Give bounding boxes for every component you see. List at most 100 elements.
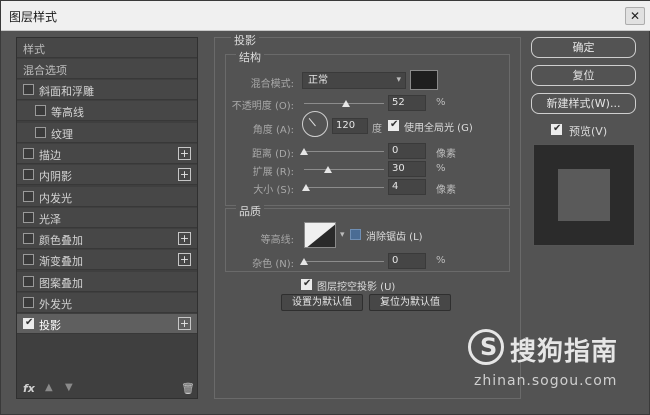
noise-unit: % (436, 255, 446, 266)
reset-button[interactable]: 复位 (531, 65, 636, 86)
distance-unit: 像素 (436, 149, 456, 160)
spread-slider-track[interactable] (304, 169, 384, 170)
sidebar-item[interactable]: 斜面和浮雕 (17, 80, 197, 100)
sidebar-item-styles[interactable]: 样式 (17, 38, 197, 58)
knockout-label: 图层挖空投影 (U) (317, 282, 396, 293)
sidebar-item-label: 纹理 (51, 127, 73, 141)
add-effect-icon[interactable]: + (178, 168, 191, 182)
style-checkbox[interactable] (23, 84, 34, 95)
distance-input[interactable]: 0 (388, 143, 426, 159)
preview-checkbox[interactable] (551, 123, 562, 135)
sogou-logo-icon (468, 329, 504, 365)
shadow-color-swatch[interactable] (410, 70, 438, 90)
style-checkbox[interactable] (35, 105, 46, 117)
noise-label: 杂色 (N): (252, 259, 294, 270)
size-input[interactable]: 4 (388, 179, 426, 195)
angle-label: 角度 (A): (252, 125, 294, 136)
add-effect-icon[interactable]: + (178, 317, 191, 331)
style-checkbox[interactable] (23, 211, 34, 223)
style-list-toolbar: fx ▲ ▼ 🗑 (16, 379, 198, 399)
style-preview (533, 144, 635, 246)
quality-group: 品质 等高线: ▾ 消除锯齿 (L) 杂色 (N): 0 % (225, 203, 510, 272)
spread-input[interactable]: 30 (388, 161, 426, 177)
contour-label: 等高线: (260, 235, 294, 246)
style-checkbox[interactable] (35, 126, 46, 138)
sidebar-item-blending-options[interactable]: 混合选项 (17, 59, 197, 79)
sidebar-item-label: 图案叠加 (39, 276, 83, 290)
new-style-button[interactable]: 新建样式(W)... (531, 93, 636, 114)
blend-mode-value: 正常 (308, 75, 328, 86)
sidebar-item[interactable]: 内发光 (17, 186, 197, 207)
reset-default-button[interactable]: 复位为默认值 (369, 294, 451, 311)
style-list: 样式 混合选项 斜面和浮雕等高线纹理描边 + 内阴影 + 内发光光泽颜色叠加 + 渐变叠加 +… (16, 37, 198, 399)
sidebar-item[interactable]: 图案叠加 (17, 271, 197, 292)
sidebar-item-label: 内发光 (39, 191, 72, 205)
chevron-down-icon[interactable]: ▾ (340, 230, 345, 240)
sidebar-item[interactable]: 纹理 (17, 122, 197, 143)
style-checkbox[interactable] (23, 317, 34, 330)
spread-unit: % (436, 163, 446, 174)
noise-slider-track[interactable] (304, 261, 384, 262)
contour-picker[interactable] (304, 222, 336, 248)
sidebar-item[interactable]: 投影 + (17, 314, 197, 335)
add-effect-icon[interactable]: + (178, 146, 191, 160)
blend-mode-select[interactable]: 正常 ▾ (302, 72, 406, 89)
size-slider-thumb[interactable] (302, 184, 310, 191)
opacity-slider-thumb[interactable] (342, 100, 350, 107)
opacity-label: 不透明度 (O): (231, 101, 294, 112)
anti-alias-label: 消除锯齿 (L) (366, 232, 423, 243)
sidebar-item[interactable]: 等高线 (17, 101, 197, 122)
sidebar-item-label: 斜面和浮雕 (39, 85, 94, 98)
sidebar-item[interactable]: 颜色叠加 + (17, 229, 197, 250)
move-up-icon[interactable]: ▲ (45, 382, 53, 393)
style-checkbox[interactable] (23, 147, 34, 159)
sidebar-item-label: 光泽 (39, 212, 61, 226)
noise-input[interactable]: 0 (388, 253, 426, 269)
quality-title: 品质 (236, 203, 264, 219)
sidebar-item-label: 投影 (39, 319, 61, 333)
fx-icon[interactable]: fx (23, 382, 35, 395)
watermark-url: zhinan.sogou.com (474, 373, 618, 389)
sidebar-item-label: 渐变叠加 (39, 255, 83, 269)
sidebar-item-label: 外发光 (39, 298, 72, 311)
angle-dial[interactable] (302, 111, 328, 137)
distance-slider-thumb[interactable] (300, 148, 308, 155)
distance-label: 距离 (D): (251, 149, 294, 160)
ok-button[interactable]: 确定 (531, 37, 636, 58)
style-checkbox[interactable] (23, 233, 34, 245)
sogou-watermark: 搜狗指南 zhinan.sogou.com (468, 329, 648, 409)
move-down-icon[interactable]: ▼ (65, 382, 73, 393)
trash-icon[interactable]: 🗑 (181, 382, 195, 395)
spread-slider-thumb[interactable] (324, 166, 332, 173)
spread-label: 扩展 (R): (252, 167, 294, 178)
style-checkbox[interactable] (23, 297, 34, 308)
style-preview-swatch (558, 169, 610, 221)
angle-input[interactable]: 120 (332, 118, 368, 134)
knockout-checkbox[interactable] (301, 278, 312, 290)
sidebar-item[interactable]: 渐变叠加 + (17, 250, 197, 271)
distance-slider-track[interactable] (304, 151, 384, 152)
style-checkbox[interactable] (23, 169, 34, 181)
opacity-input[interactable]: 52 (388, 95, 426, 111)
style-checkbox[interactable] (23, 190, 34, 202)
add-effect-icon[interactable]: + (178, 232, 191, 246)
structure-title: 结构 (236, 49, 264, 65)
add-effect-icon[interactable]: + (178, 253, 191, 267)
global-light-checkbox[interactable] (388, 119, 399, 131)
structure-group: 结构 混合模式: 正常 ▾ 不透明度 (O): 52 % 角度 (A): 120… (225, 49, 510, 206)
sidebar-item[interactable]: 光泽 (17, 207, 197, 228)
style-checkbox[interactable] (23, 254, 34, 266)
contour-preview-icon (307, 224, 335, 247)
set-default-button[interactable]: 设置为默认值 (281, 294, 363, 311)
title-bar: 图层样式 ✕ (1, 1, 650, 31)
style-checkbox[interactable] (23, 275, 34, 287)
noise-slider-thumb[interactable] (300, 258, 308, 265)
size-label: 大小 (S): (253, 185, 294, 196)
size-slider-track[interactable] (304, 187, 384, 188)
sidebar-item[interactable]: 内阴影 + (17, 165, 197, 186)
sidebar-item[interactable]: 描边 + (17, 143, 197, 164)
angle-unit: 度 (372, 124, 382, 135)
close-button[interactable]: ✕ (625, 7, 645, 25)
anti-alias-checkbox[interactable] (350, 229, 361, 240)
sidebar-item[interactable]: 外发光 (17, 293, 197, 313)
